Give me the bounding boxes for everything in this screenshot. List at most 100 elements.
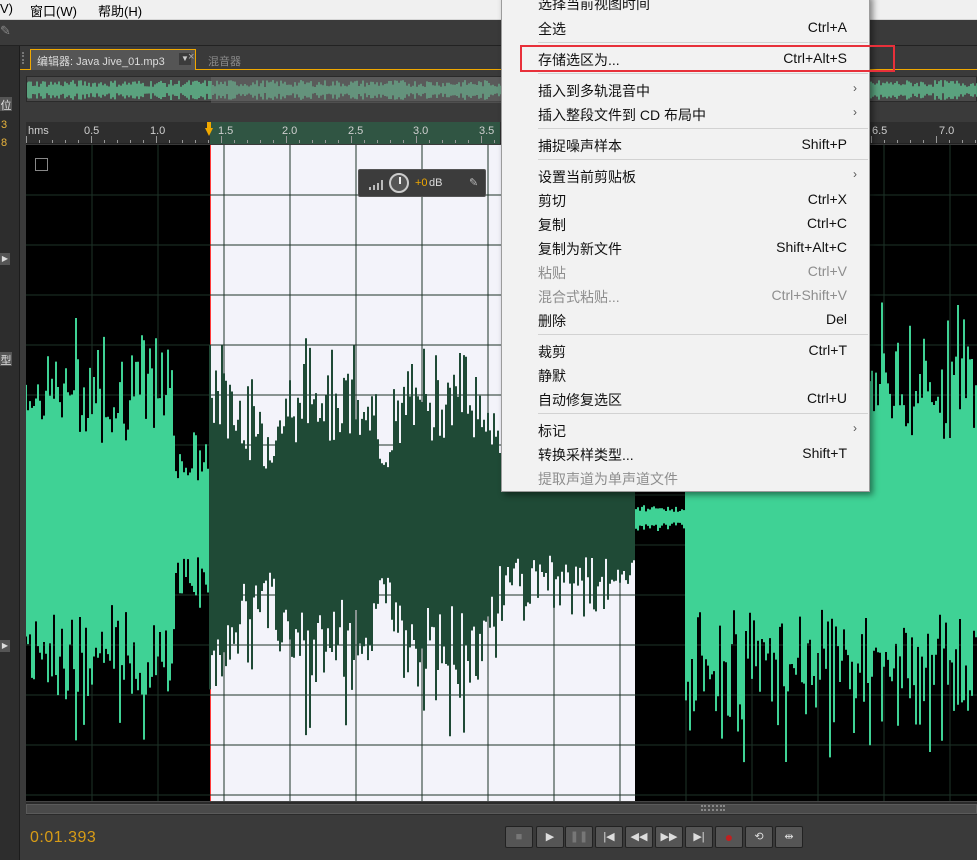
menu-item-silence[interactable]: 静默	[502, 363, 869, 387]
scrollbar-grip-icon[interactable]	[701, 805, 725, 811]
panel-grip-icon[interactable]	[22, 52, 26, 64]
skip-selection-button[interactable]: ⇹	[775, 826, 803, 848]
ruler-tick	[39, 140, 40, 143]
ruler-tick	[962, 140, 963, 143]
left-dock: 位 3 8 ▶ 型 ▶	[0, 46, 20, 860]
volume-unit: dB	[429, 177, 443, 189]
ruler-unit-label: hms	[28, 125, 49, 137]
ruler-tick	[884, 140, 885, 143]
menu-item-select-all[interactable]: 全选 Ctrl+A	[502, 16, 869, 40]
ruler-tick	[871, 136, 872, 143]
ruler-label: 2.0	[282, 125, 298, 137]
ruler-tick	[26, 136, 27, 143]
ruler-tick	[403, 140, 404, 143]
go-to-start-button[interactable]: |◀	[595, 826, 623, 848]
menu-item-convert-sample-type[interactable]: 转换采样类型... Shift+T	[502, 442, 869, 466]
zoom-corner-icon[interactable]	[35, 158, 48, 171]
menu-item-paste[interactable]: 粘贴 Ctrl+V	[502, 260, 869, 284]
transport-bar: 0:01.393 ■ ▶ ❚❚ |◀ ◀◀ ▶▶ ▶| ● ⟲ ⇹	[20, 815, 977, 860]
ruler-tick	[221, 136, 222, 143]
close-icon[interactable]: ×	[188, 51, 194, 63]
menu-item-capture-noise[interactable]: 捕捉噪声样本 Shift+P	[502, 133, 869, 157]
tab-mixer[interactable]: 混音器	[208, 53, 241, 69]
fast-forward-button[interactable]: ▶▶	[655, 826, 683, 848]
pin-icon[interactable]: ✎	[469, 176, 478, 189]
menu-separator	[538, 413, 868, 414]
audition-window: V) 窗口(W) 帮助(H) ✎ 位 3 8 ▶ 型 ▶ 编辑器: Java J…	[0, 0, 977, 860]
menu-separator	[538, 73, 868, 74]
ruler-tick	[364, 140, 365, 143]
play-button[interactable]: ▶	[536, 826, 564, 848]
stop-button[interactable]: ■	[505, 826, 533, 848]
menu-view[interactable]: V)	[0, 1, 13, 16]
ruler-tick	[429, 140, 430, 143]
ruler-tick	[390, 140, 391, 143]
volume-hud[interactable]: +0 dB ✎	[358, 169, 486, 197]
dock-expand-arrow-icon-2[interactable]: ▶	[0, 640, 10, 652]
menu-item-set-clipboard[interactable]: 设置当前剪贴板 ›	[502, 164, 869, 188]
pause-button[interactable]: ❚❚	[565, 826, 593, 848]
loop-button[interactable]: ⟲	[745, 826, 773, 848]
volume-value[interactable]: +0	[415, 177, 428, 189]
menu-help[interactable]: 帮助(H)	[98, 1, 142, 20]
horizontal-scrollbar[interactable]	[26, 801, 977, 815]
menu-item-auto-heal[interactable]: 自动修复选区 Ctrl+U	[502, 387, 869, 411]
menu-item-mix-paste[interactable]: 混合式粘贴... Ctrl+Shift+V	[502, 284, 869, 308]
ruler-tick	[351, 136, 352, 143]
menu-separator	[538, 128, 868, 129]
current-time-display[interactable]: 0:01.393	[30, 829, 96, 847]
record-button[interactable]: ●	[715, 826, 743, 848]
ruler-tick	[182, 140, 183, 143]
menu-separator	[538, 42, 868, 43]
ruler-tick	[897, 140, 898, 143]
dock-label-type[interactable]: 型	[0, 352, 12, 367]
dock-expand-arrow-icon[interactable]: ▶	[0, 253, 10, 265]
rewind-button[interactable]: ◀◀	[625, 826, 653, 848]
menu-item-copy[interactable]: 复制 Ctrl+C	[502, 212, 869, 236]
playhead-marker-icon[interactable]	[204, 122, 214, 144]
ruler-tick	[195, 140, 196, 143]
menu-item-insert-cd-layout[interactable]: 插入整段文件到 CD 布局中 ›	[502, 102, 869, 126]
tab-editor[interactable]: 编辑器: Java Jive_01.mp3 ▼	[30, 49, 196, 70]
menu-item-markers[interactable]: 标记 ›	[502, 418, 869, 442]
ruler-tick	[104, 140, 105, 143]
ruler-tick	[455, 140, 456, 143]
menu-item-insert-multitrack[interactable]: 插入到多轨混音中 ›	[502, 78, 869, 102]
menu-window[interactable]: 窗口(W)	[30, 1, 77, 20]
pencil-icon[interactable]: ✎	[0, 23, 11, 39]
scrollbar-thumb[interactable]	[26, 804, 977, 814]
ruler-tick	[156, 136, 157, 143]
dock-label-position[interactable]: 位	[0, 97, 12, 112]
ruler-tick	[130, 140, 131, 143]
menu-item-crop[interactable]: 裁剪 Ctrl+T	[502, 339, 869, 363]
ruler-tick	[325, 140, 326, 143]
menu-item-extract-channels[interactable]: 提取声道为单声道文件	[502, 466, 869, 490]
go-to-end-button[interactable]: ▶|	[685, 826, 713, 848]
ruler-tick	[923, 140, 924, 143]
menu-item-select-view-time[interactable]: 选择当前视图时间	[502, 0, 869, 15]
ruler-tick	[286, 136, 287, 143]
highlight-annotation-box	[520, 45, 895, 72]
ruler-tick	[299, 140, 300, 143]
ruler-tick	[312, 140, 313, 143]
menu-separator	[538, 159, 868, 160]
ruler-tick	[975, 140, 976, 143]
ruler-tick	[117, 140, 118, 143]
ruler-tick	[78, 140, 79, 143]
ruler-tick	[234, 140, 235, 143]
submenu-arrow-icon: ›	[853, 105, 857, 119]
ruler-tick	[338, 140, 339, 143]
volume-knob[interactable]	[389, 173, 409, 193]
ruler-tick	[247, 140, 248, 143]
ruler-tick	[377, 140, 378, 143]
ruler-tick	[416, 136, 417, 143]
menu-item-cut[interactable]: 剪切 Ctrl+X	[502, 188, 869, 212]
ruler-tick	[442, 140, 443, 143]
ruler-tick	[260, 140, 261, 143]
menu-item-copy-to-new[interactable]: 复制为新文件 Shift+Alt+C	[502, 236, 869, 260]
ruler-tick	[143, 140, 144, 143]
level-bars-icon	[369, 180, 383, 190]
menu-item-delete[interactable]: 删除 Del	[502, 308, 869, 332]
context-menu: 选择当前视图时间 全选 Ctrl+A 存储选区为... Ctrl+Alt+S 插入到…	[501, 0, 870, 492]
ruler-tick	[936, 136, 937, 143]
